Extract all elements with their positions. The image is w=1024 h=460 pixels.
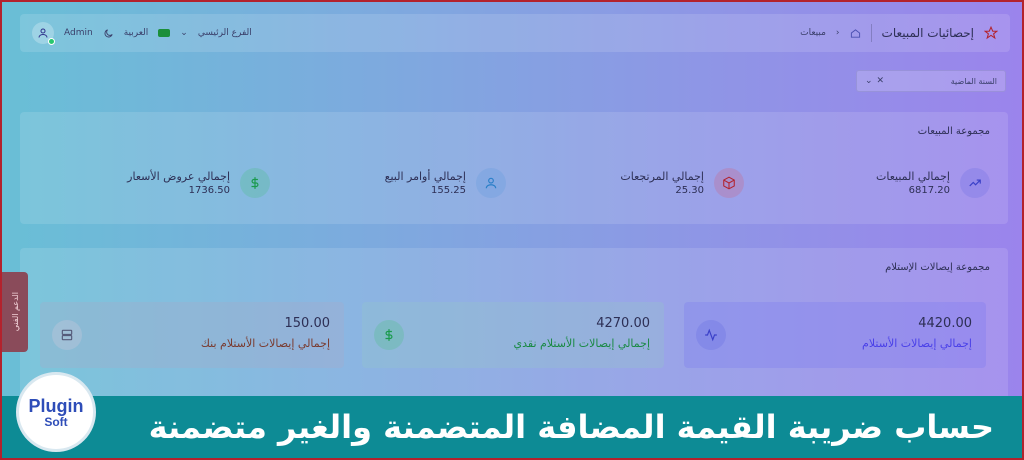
receipt-value: 4270.00 — [596, 316, 650, 331]
stat-label: إجمالي المبيعات — [875, 170, 950, 183]
stat-total-sales-orders: إجمالي أوامر البيع 155.25 — [385, 168, 506, 198]
stat-total-sales: إجمالي المبيعات 6817.20 — [876, 168, 990, 198]
user-icon — [38, 28, 48, 38]
receipt-box-bank[interactable]: 150.00 إجمالي إيصالات الأستلام بنك — [40, 302, 344, 368]
stat-label: إجمالي المرتجعات — [620, 170, 704, 183]
user-name[interactable]: Admin — [64, 28, 93, 38]
chevron-down-icon[interactable]: ⌄ — [865, 76, 873, 86]
logo-text-bottom: Soft — [44, 414, 68, 429]
branch-select[interactable]: الفرع الرئيسي — [198, 28, 252, 38]
page-title: إحصائيات المبيعات — [881, 26, 974, 40]
sales-group-card: مجموعة المبيعات إجمالي المبيعات 6817.20 … — [20, 112, 1008, 224]
header-right: مبيعات › إحصائيات المبيعات — [800, 24, 998, 42]
receipt-value: 150.00 — [284, 316, 331, 331]
trend-up-icon — [960, 168, 990, 198]
receipt-label: إجمالي إيصالات الأستلام بنك — [200, 337, 330, 350]
banner-text: حساب ضريبة القيمة المضافة المتضمنة والغي… — [148, 408, 994, 446]
online-status-dot — [48, 38, 55, 45]
stat-value: 155.25 — [431, 185, 466, 196]
star-icon[interactable] — [984, 26, 998, 40]
sales-group-title: مجموعة المبيعات — [917, 126, 990, 137]
promo-banner: حساب ضريبة القيمة المضافة المتضمنة والغي… — [2, 396, 1022, 458]
filter-controls: ⌄ ✕ — [865, 76, 884, 86]
receipt-box-total[interactable]: 4420.00 إجمالي إيصالات الأستلام — [684, 302, 986, 368]
stat-value: 1736.50 — [188, 185, 230, 196]
header-left: Admin العربية ⌄ الفرع الرئيسي — [32, 22, 252, 45]
chevron-right-icon: › — [835, 28, 840, 38]
support-tab-label: الدعم الفني — [10, 292, 20, 332]
flag-icon — [158, 29, 171, 37]
avatar[interactable] — [32, 22, 55, 45]
user-icon — [476, 168, 506, 198]
chevron-down-icon[interactable]: ⌄ — [180, 28, 188, 38]
activity-icon — [696, 320, 726, 350]
language-label[interactable]: العربية — [124, 28, 149, 38]
clear-icon[interactable]: ✕ — [877, 76, 885, 86]
receipts-group-title: مجموعة إيصالات الإستلام — [885, 262, 990, 273]
moon-icon[interactable] — [103, 28, 114, 39]
stat-total-returns: إجمالي المرتجعات 25.30 — [620, 168, 744, 198]
divider — [870, 24, 872, 42]
receipt-box-cash[interactable]: 4270.00 إجمالي إيصالات الأستلام نقدي — [362, 302, 664, 368]
receipt-value: 4420.00 — [918, 316, 972, 331]
box-icon — [714, 168, 744, 198]
filter-value: السنة الماضية — [950, 76, 997, 86]
receipts-group-card: مجموعة إيصالات الإستلام 4420.00 إجمالي إ… — [20, 248, 1008, 400]
receipt-label: إجمالي إيصالات الأستلام — [862, 337, 972, 350]
dollar-icon — [374, 320, 404, 350]
logo-text-top: Plugin — [28, 395, 84, 416]
stat-label: إجمالي عروض الأسعار — [127, 170, 230, 183]
home-icon[interactable] — [850, 28, 861, 39]
stat-value: 25.30 — [675, 185, 704, 196]
year-filter-select[interactable]: ⌄ ✕ السنة الماضية — [856, 70, 1006, 92]
stat-value: 6817.20 — [908, 185, 950, 196]
server-icon — [52, 320, 82, 350]
receipt-label: إجمالي إيصالات الأستلام نقدي — [513, 337, 650, 350]
dollar-icon — [240, 168, 270, 198]
support-tab[interactable]: الدعم الفني — [2, 272, 28, 352]
stat-total-quotations: إجمالي عروض الأسعار 1736.50 — [127, 168, 270, 198]
breadcrumb[interactable]: مبيعات — [800, 28, 826, 38]
top-header: Admin العربية ⌄ الفرع الرئيسي مبيعات › إ… — [20, 14, 1010, 52]
stat-label: إجمالي أوامر البيع — [384, 170, 466, 183]
pluginsoft-logo: Plugin Soft — [16, 372, 96, 452]
